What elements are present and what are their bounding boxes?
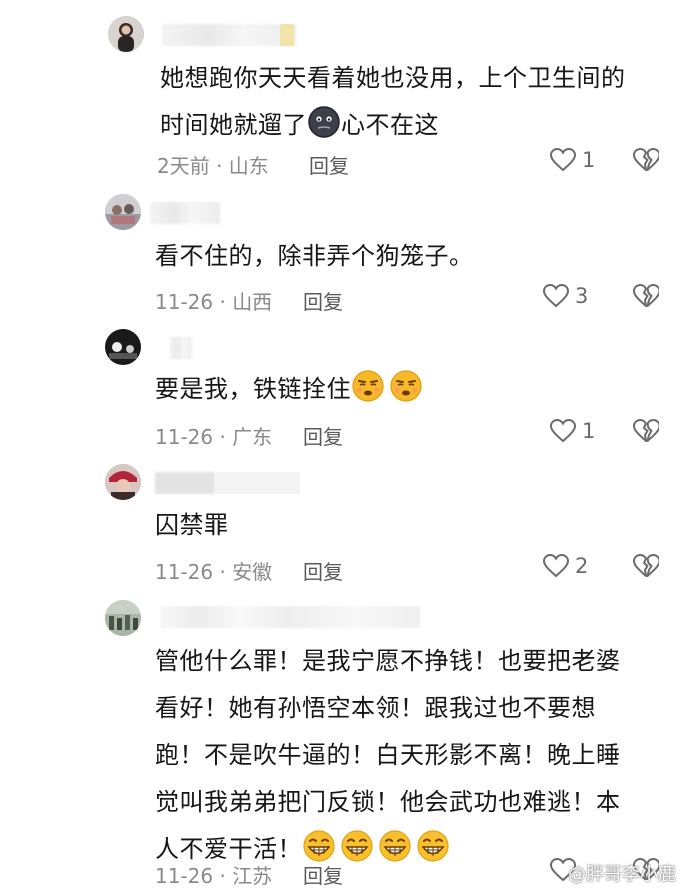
username-badge <box>280 24 294 46</box>
grin-emoji <box>340 829 374 863</box>
broken-heart-icon[interactable] <box>633 554 659 578</box>
grin-emoji <box>302 829 336 863</box>
avatar[interactable] <box>105 194 141 230</box>
timestamp-location: 11-26 · 安徽 <box>155 560 273 584</box>
comment-line-part: 人不爱干活！ <box>155 835 302 863</box>
broken-heart-icon[interactable] <box>633 148 659 172</box>
like-button[interactable]: 3 <box>543 284 588 308</box>
timestamp-location: 2天前 · 山东 <box>157 154 269 178</box>
heart-icon <box>550 419 576 443</box>
comment-line: 要是我，铁链拴住 <box>155 366 655 413</box>
comment-line: 囚禁罪 <box>155 511 229 539</box>
username-blurred[interactable] <box>155 472 215 494</box>
comment-text: 她想跑你天天看着她也没用，上个卫生间的 时间她就遛了 心不在这 <box>160 55 660 149</box>
smirk-emoji <box>389 369 423 403</box>
avatar[interactable] <box>105 329 141 365</box>
timestamp-location: 11-26 · 山西 <box>155 290 273 314</box>
comment-text: 囚禁罪 <box>155 502 655 549</box>
comment-line: 看好！她有孙悟空本领！跟我过也不要想 <box>155 694 596 722</box>
grin-emoji <box>378 829 412 863</box>
comment-line: 她想跑你天天看着她也没用，上个卫生间的 <box>160 64 626 92</box>
username-blurred[interactable] <box>170 337 192 359</box>
smirk-emoji <box>351 369 385 403</box>
reply-button[interactable]: 回复 <box>303 556 343 585</box>
heart-icon <box>543 284 569 308</box>
black-face-emoji <box>307 105 341 139</box>
like-count: 1 <box>582 419 596 443</box>
watermark: @胖哥李小鹿 <box>568 864 676 885</box>
reply-button[interactable]: 回复 <box>303 286 343 315</box>
heart-icon <box>543 554 569 578</box>
comment-line-part: 要是我，铁链拴住 <box>155 375 351 403</box>
like-button[interactable]: 1 <box>550 148 595 172</box>
username-blurred[interactable] <box>160 606 420 628</box>
username-blurred[interactable] <box>150 202 220 224</box>
reply-button[interactable]: 回复 <box>303 860 343 889</box>
like-button[interactable]: 1 <box>550 419 595 443</box>
reply-button[interactable]: 回复 <box>309 150 349 179</box>
grin-emoji <box>416 829 450 863</box>
timestamp-location: 11-26 · 江苏 <box>155 864 273 888</box>
like-count: 3 <box>575 284 589 308</box>
comment-line: 管他什么罪！是我宁愿不挣钱！也要把老婆 <box>155 647 621 675</box>
username-blurred[interactable] <box>162 24 296 46</box>
username-blur-tail <box>215 472 300 494</box>
comment-text: 看不住的，除非弄个狗笼子。 <box>155 233 655 280</box>
avatar[interactable] <box>105 600 141 636</box>
comment-line: 觉叫我弟弟把门反锁！他会武功也难逃！本 <box>155 788 621 816</box>
timestamp-location: 11-26 · 广东 <box>155 425 273 449</box>
comment-line-part: 时间她就遛了 <box>160 111 307 139</box>
reply-button[interactable]: 回复 <box>303 421 343 450</box>
comment-line: 看不住的，除非弄个狗笼子。 <box>155 242 474 270</box>
like-count: 2 <box>575 554 589 578</box>
broken-heart-icon[interactable] <box>633 284 659 308</box>
heart-icon <box>550 148 576 172</box>
comment-text: 管他什么罪！是我宁愿不挣钱！也要把老婆 看好！她有孙悟空本领！跟我过也不要想 跑… <box>155 638 665 873</box>
avatar[interactable] <box>105 464 141 500</box>
comment-line: 跑！不是吹牛逼的！白天形影不离！晚上睡 <box>155 741 621 769</box>
like-count: 1 <box>582 148 596 172</box>
comment-line: 时间她就遛了 心不在这 <box>160 102 660 149</box>
comment-text: 要是我，铁链拴住 <box>155 366 655 413</box>
avatar[interactable] <box>108 16 144 52</box>
comment-line-part: 心不在这 <box>341 111 439 139</box>
like-button[interactable]: 2 <box>543 554 588 578</box>
broken-heart-icon[interactable] <box>633 419 659 443</box>
